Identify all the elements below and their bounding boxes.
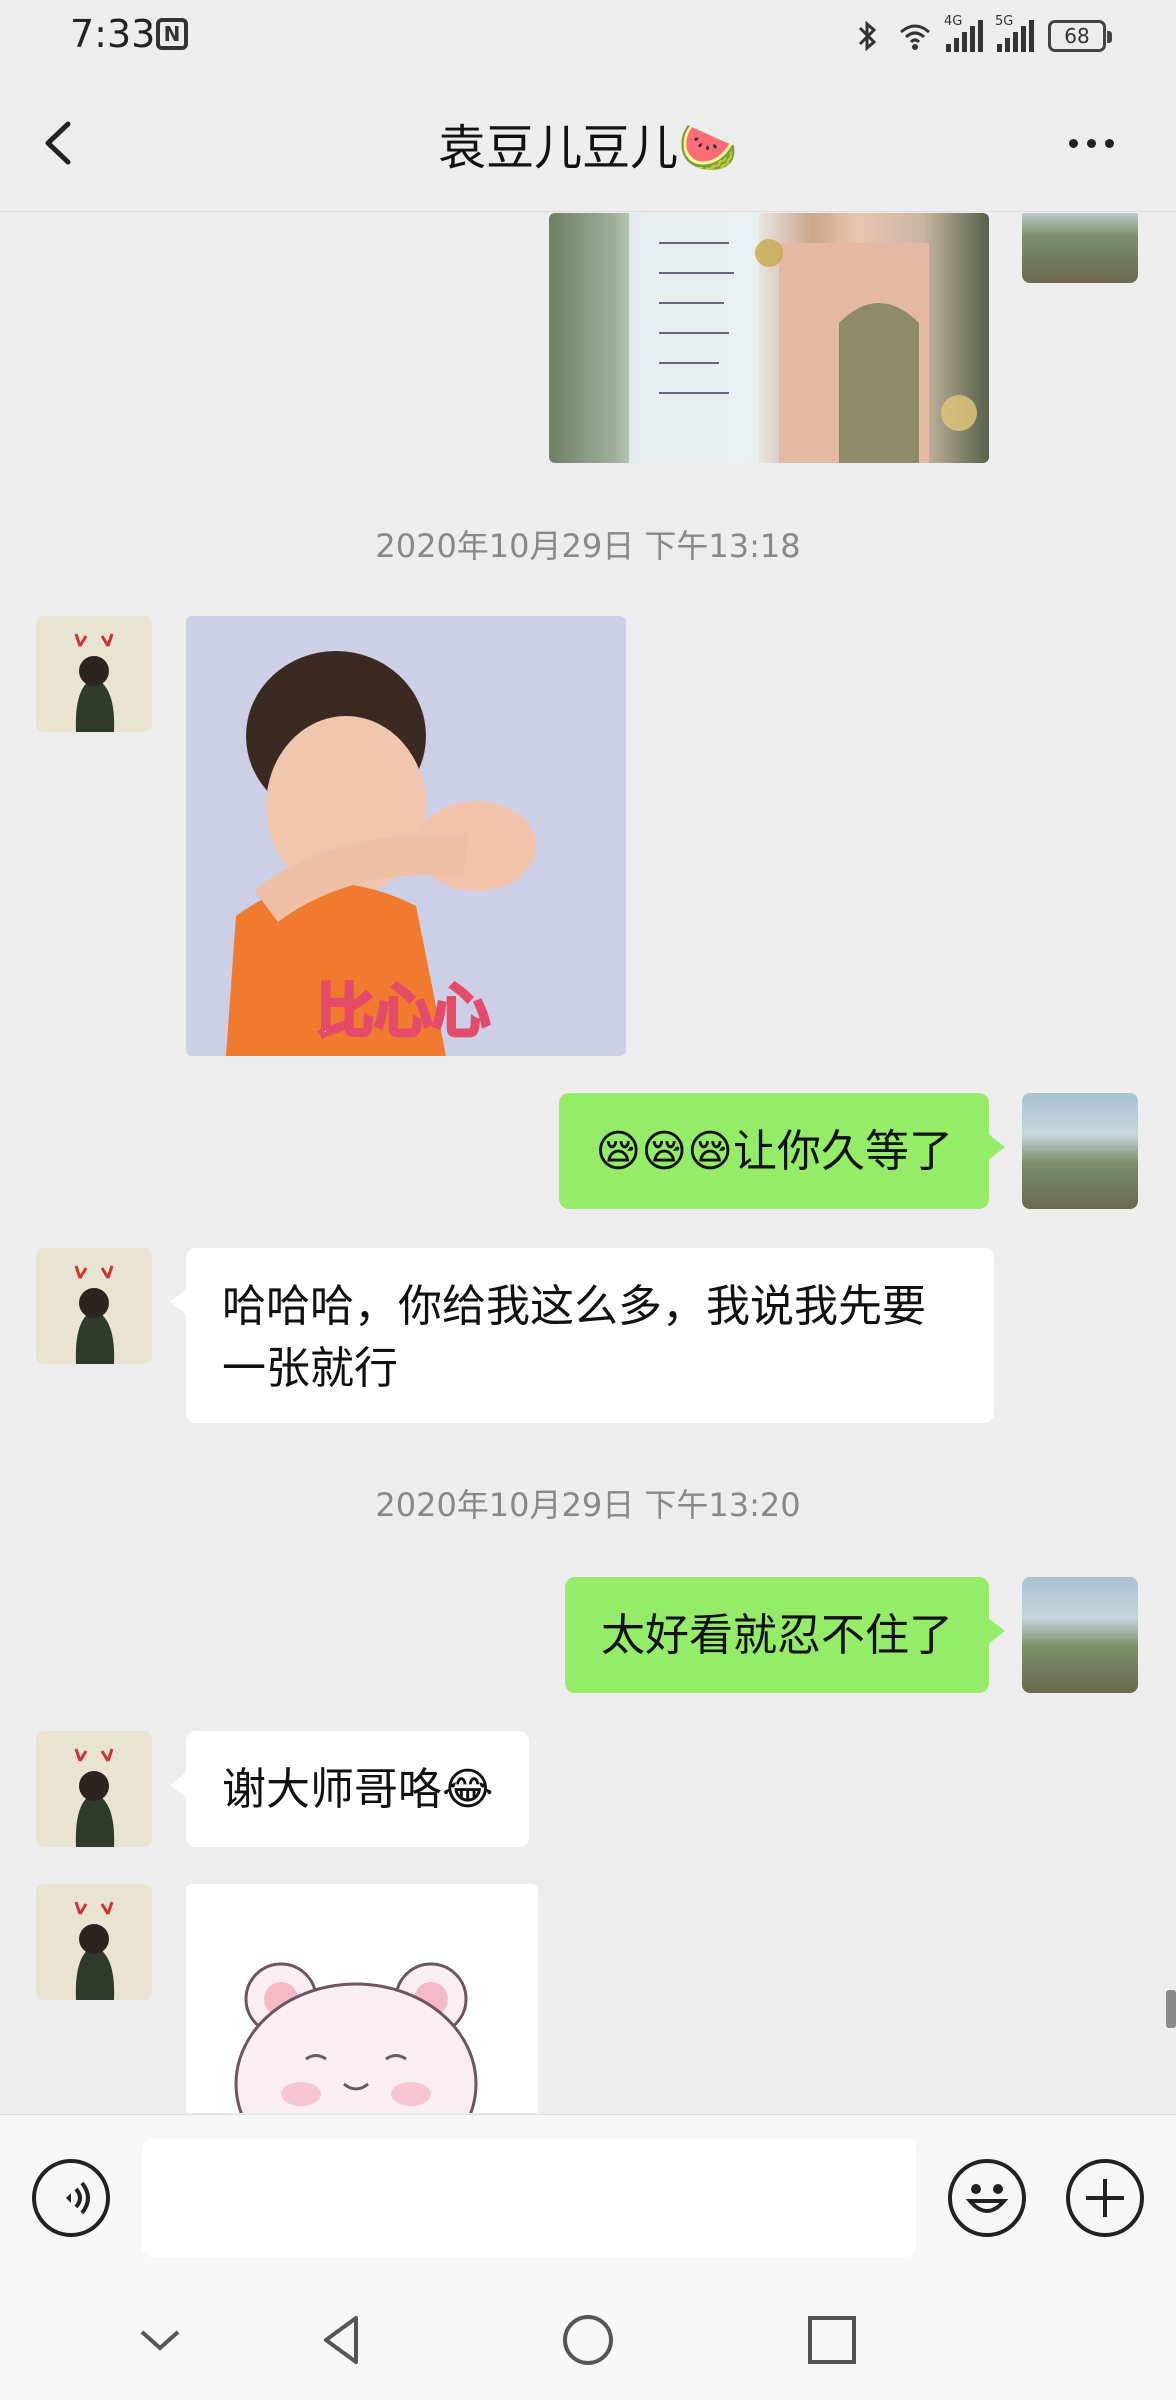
system-nav-bar bbox=[0, 2280, 1176, 2400]
chat-message-list[interactable]: 2020年10月29日 下午13:18 比心心 😪😪😪让你久等了 哈哈哈，你给我… bbox=[0, 213, 1176, 2113]
signal-4g-icon: 4G bbox=[944, 14, 983, 52]
wifi-icon bbox=[900, 24, 930, 50]
voice-input-button[interactable] bbox=[32, 2159, 110, 2237]
more-icon[interactable] bbox=[1046, 116, 1136, 170]
battery-icon: 68 bbox=[1048, 20, 1112, 52]
message-bubble-other[interactable]: 谢大师哥咯😂 bbox=[169, 1731, 530, 1847]
status-icons: 4G 5G 68 bbox=[850, 14, 1112, 58]
avatar-me[interactable] bbox=[1022, 1093, 1138, 1209]
input-bar bbox=[0, 2114, 1176, 2280]
image-message-wedding[interactable] bbox=[549, 213, 989, 463]
timestamp: 2020年10月29日 下午13:20 bbox=[375, 1486, 801, 1524]
voice-icon bbox=[66, 2181, 90, 2215]
plus-icon bbox=[1086, 2179, 1124, 2217]
sticker-heart-girl[interactable]: 比心心 bbox=[186, 616, 626, 1056]
avatar-me[interactable] bbox=[1022, 1577, 1138, 1693]
nav-recents-icon[interactable] bbox=[802, 2310, 862, 2370]
sticker-bear[interactable] bbox=[186, 1884, 538, 2113]
bluetooth-icon bbox=[858, 20, 877, 52]
message-bubble-me[interactable]: 太好看就忍不住了 bbox=[565, 1577, 1005, 1693]
avatar-other[interactable] bbox=[36, 1731, 152, 1847]
message-bubble-me[interactable]: 😪😪😪让你久等了 bbox=[559, 1093, 1005, 1209]
chat-title: 袁豆儿豆儿🍉 bbox=[438, 120, 738, 176]
nav-back-icon[interactable] bbox=[312, 2310, 372, 2370]
avatar-other[interactable] bbox=[36, 616, 152, 732]
message-bubble-other[interactable]: 哈哈哈，你给我这么多，我说我先要一张就行 bbox=[170, 1248, 994, 1423]
avatar-other[interactable] bbox=[36, 1884, 152, 2000]
emoji-icon bbox=[965, 2184, 1009, 2213]
signal-5g-icon: 5G bbox=[995, 14, 1034, 52]
collapse-chevron-icon[interactable] bbox=[130, 2310, 190, 2370]
emoji-button[interactable] bbox=[948, 2159, 1026, 2237]
message-input[interactable] bbox=[142, 2139, 916, 2257]
avatar-other[interactable] bbox=[36, 1248, 152, 1364]
nfc-icon: N bbox=[156, 18, 188, 50]
status-bar: 7:33 N 4G 5G 68 bbox=[0, 0, 1176, 72]
wedding-photo bbox=[629, 213, 977, 463]
more-functions-button[interactable] bbox=[1066, 2159, 1144, 2237]
status-time: 7:33 bbox=[70, 12, 156, 56]
scrollbar[interactable] bbox=[1166, 1990, 1176, 2028]
timestamp: 2020年10月29日 下午13:18 bbox=[375, 527, 801, 565]
sticker-caption: 比心心 bbox=[316, 977, 490, 1045]
avatar-me[interactable] bbox=[1022, 213, 1138, 283]
nav-home-icon[interactable] bbox=[558, 2310, 618, 2370]
chat-header: 袁豆儿豆儿🍉 bbox=[0, 72, 1176, 212]
